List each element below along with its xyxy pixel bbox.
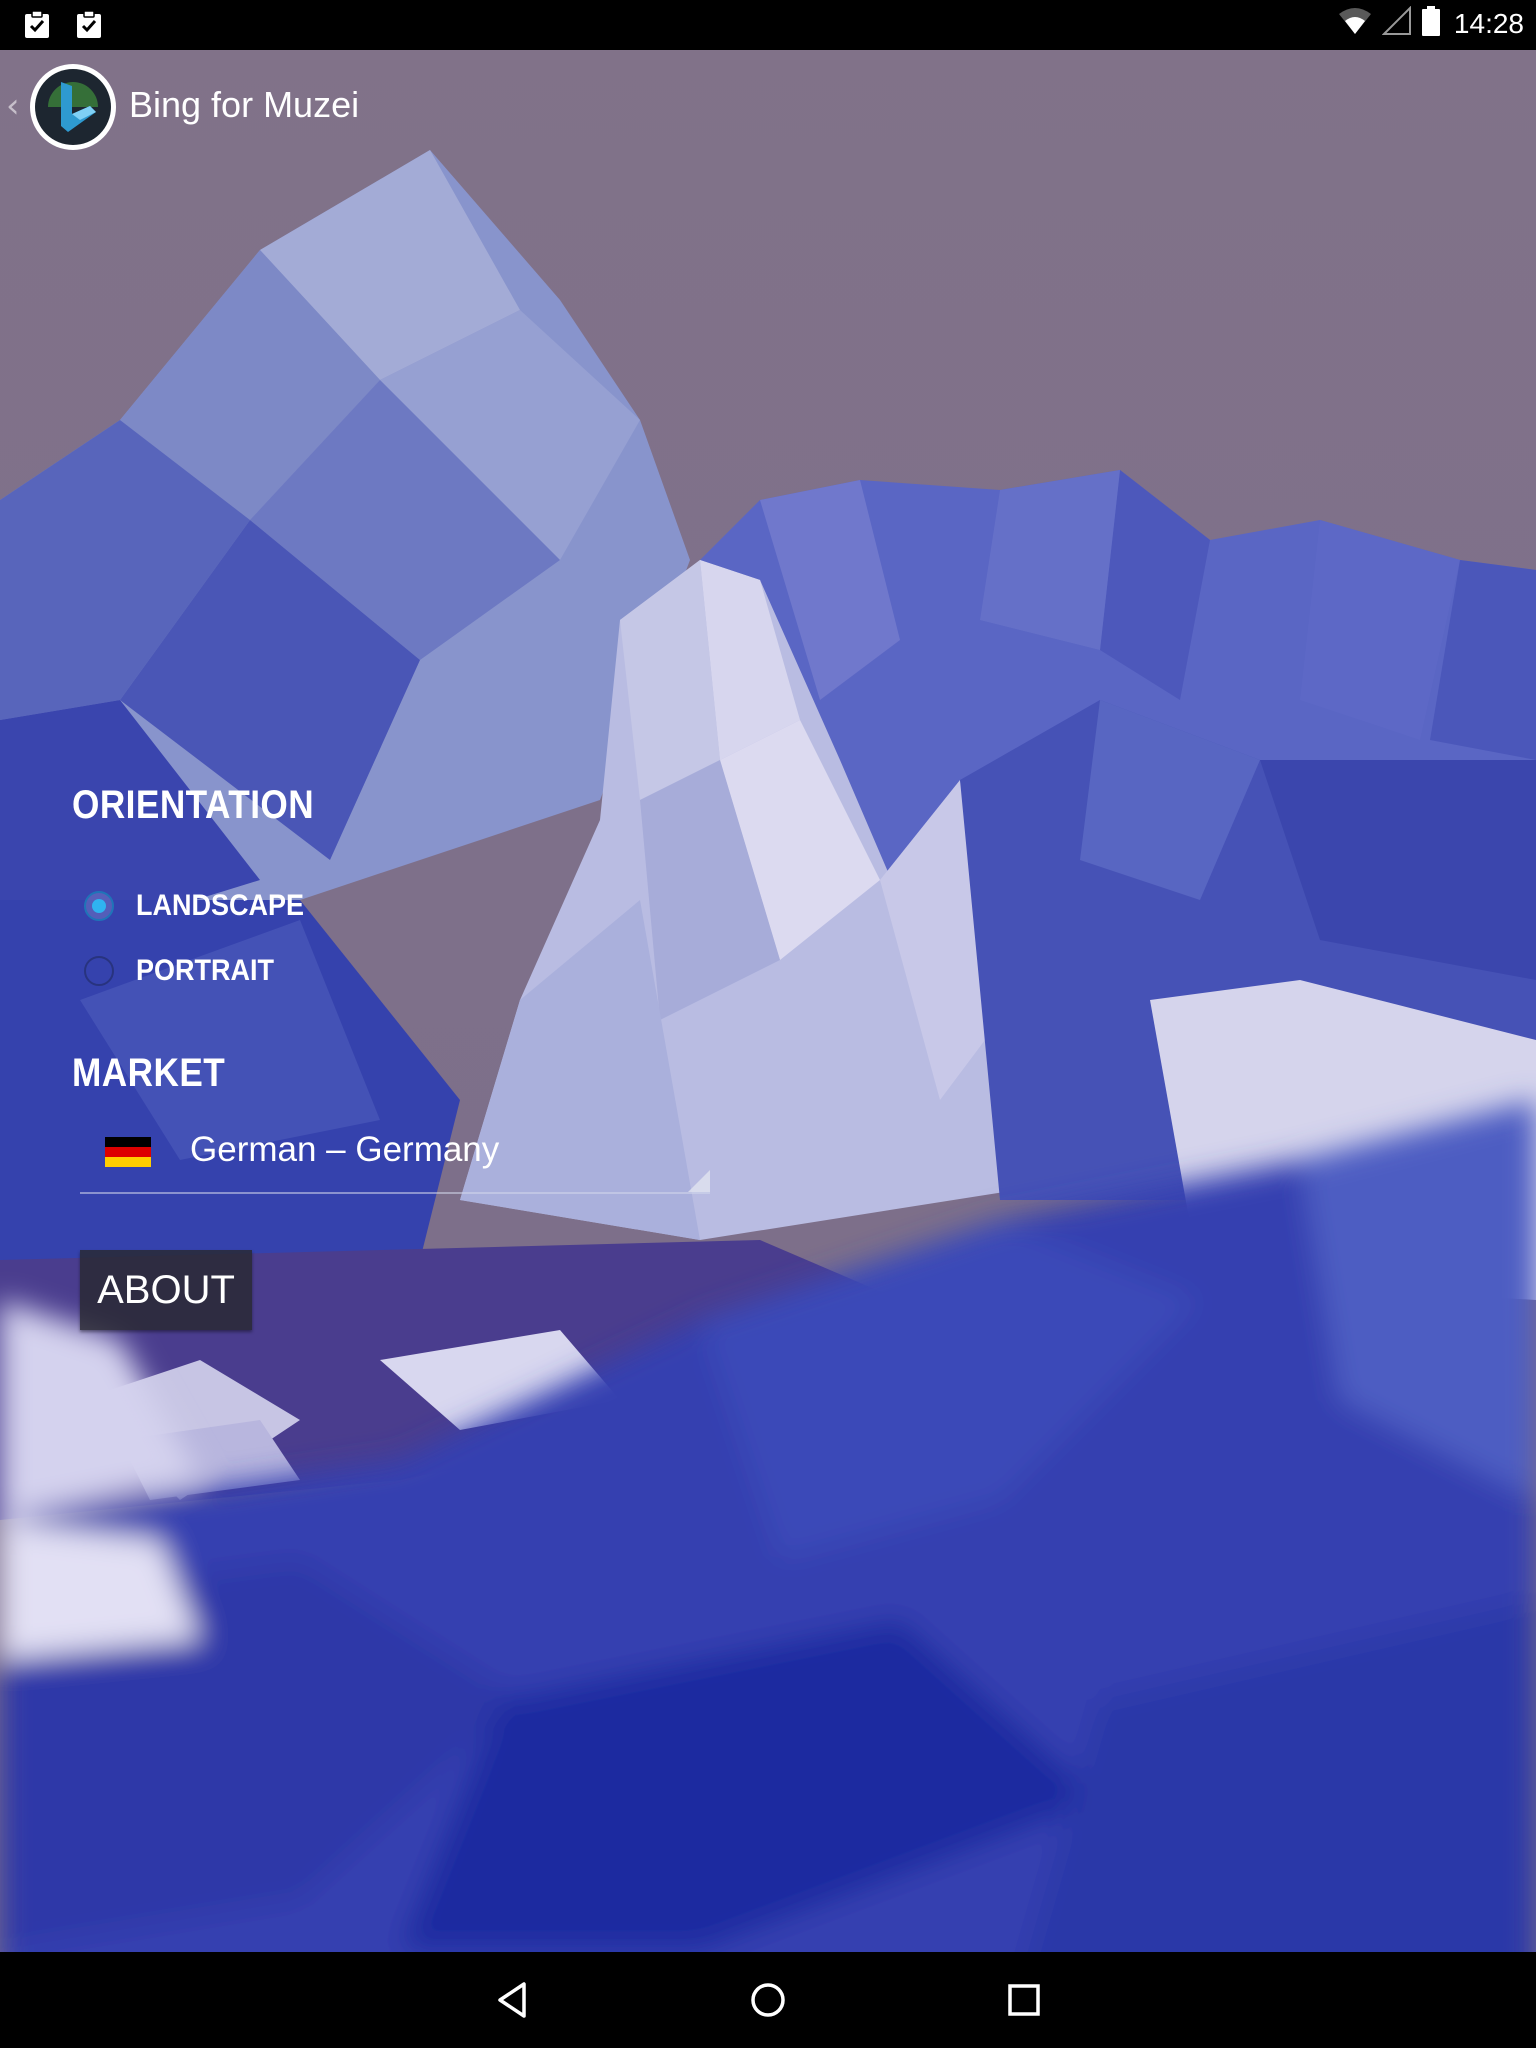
radio-label: LANDSCAPE <box>136 889 305 922</box>
radio-portrait[interactable]: PORTRAIT <box>84 949 289 993</box>
battery-icon <box>1421 6 1440 41</box>
radio-unchecked-icon[interactable] <box>84 956 114 986</box>
wallpaper-background <box>0 0 1536 2048</box>
action-bar: ‹ Bing for Muzei <box>0 50 1536 165</box>
radio-label: PORTRAIT <box>136 954 274 987</box>
radio-checked-icon[interactable] <box>84 891 114 921</box>
bing-app-icon[interactable] <box>28 62 118 152</box>
clock: 14:28 <box>1453 7 1524 39</box>
about-button[interactable]: ABOUT <box>80 1250 252 1330</box>
market-spinner[interactable]: German – Germany <box>80 1120 710 1194</box>
orientation-header: ORIENTATION <box>72 783 315 827</box>
recents-icon[interactable] <box>996 1972 1052 2028</box>
cell-signal-icon <box>1381 5 1412 41</box>
dropdown-caret-icon <box>688 1170 710 1192</box>
clipboard-check-icon <box>22 9 52 44</box>
market-selected-value: German – Germany <box>190 1130 500 1169</box>
radio-landscape[interactable]: LANDSCAPE <box>84 884 323 928</box>
app-title: Bing for Muzei <box>129 84 360 125</box>
germany-flag-icon <box>105 1137 151 1167</box>
wifi-icon <box>1338 6 1372 41</box>
clipboard-check-icon <box>74 9 104 44</box>
home-icon[interactable] <box>740 1972 796 2028</box>
navigation-bar <box>0 1952 1536 2048</box>
up-caret-icon[interactable]: ‹ <box>6 86 20 126</box>
market-header: MARKET <box>72 1051 226 1095</box>
back-icon[interactable] <box>485 1972 541 2028</box>
status-bar: 14:28 <box>0 0 1536 50</box>
screen: 14:28 ‹ Bing for Muzei ORIENTATION LANDS… <box>0 0 1536 2048</box>
